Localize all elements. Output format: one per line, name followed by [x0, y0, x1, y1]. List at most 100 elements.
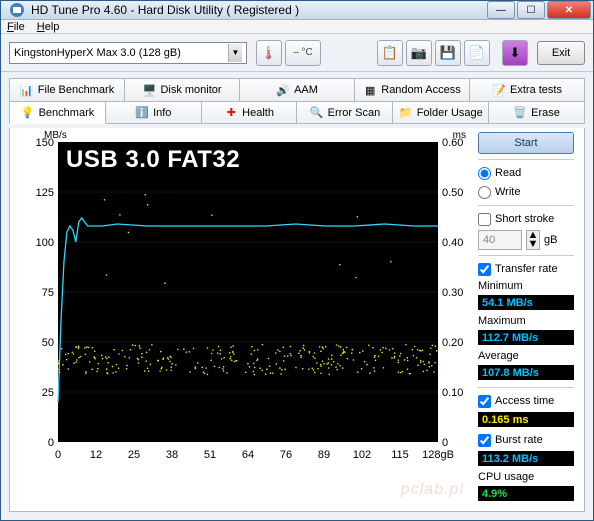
access-time-value: 0.165 ms	[478, 412, 574, 427]
close-button[interactable]: ✕	[547, 1, 591, 19]
svg-text:115: 115	[391, 449, 409, 461]
cpu-usage-value: 4.9%	[478, 486, 574, 501]
burst-rate-value: 113.2 MB/s	[478, 451, 574, 466]
short-stroke-input[interactable]: 40	[478, 230, 522, 250]
svg-text:0.30: 0.30	[442, 287, 463, 299]
y-axis-left-unit: MB/s	[44, 130, 67, 141]
start-button[interactable]: Start	[478, 132, 574, 154]
benchmark-chart: 1501251007550250 0.600.500.400.300.200.1…	[20, 130, 472, 466]
svg-text:0.50: 0.50	[442, 187, 463, 199]
benchmark-icon: 💡	[21, 106, 35, 120]
menubar: File Help	[1, 20, 593, 34]
save-button[interactable]: 💾	[435, 40, 461, 66]
toolbar: KingstonHyperX Max 3.0 (128 gB) ▼ 🌡️ – °…	[1, 34, 593, 72]
svg-text:89: 89	[318, 449, 330, 461]
tab-info[interactable]: ℹ️Info	[106, 101, 202, 124]
tab-random-access[interactable]: ▦Random Access	[355, 78, 470, 101]
tab-extra-tests[interactable]: 📝Extra tests	[470, 78, 585, 101]
exit-button[interactable]: Exit	[537, 41, 585, 65]
svg-text:75: 75	[42, 287, 54, 299]
write-option[interactable]: Write	[478, 184, 574, 200]
chart-area: MB/s ms 1501251007550250 0.600.500.400.3…	[20, 130, 472, 503]
thermometer-icon[interactable]: 🌡️	[256, 40, 282, 66]
svg-text:12: 12	[90, 449, 102, 461]
short-stroke-checkbox[interactable]	[478, 213, 491, 226]
average-label: Average	[478, 350, 574, 362]
y-axis-right-unit: ms	[453, 130, 466, 141]
tab-folder-usage[interactable]: 📁Folder Usage	[393, 101, 489, 124]
svg-text:25: 25	[42, 387, 54, 399]
minimum-value: 54.1 MB/s	[478, 295, 574, 310]
random-icon: ▦	[363, 83, 377, 97]
svg-text:0: 0	[55, 449, 61, 461]
short-stroke-spinner[interactable]: ▲▼	[526, 230, 540, 250]
read-option[interactable]: Read	[478, 165, 574, 181]
write-radio[interactable]	[478, 186, 491, 199]
copy-button[interactable]: 📄	[464, 40, 490, 66]
folder-icon: 📁	[399, 106, 413, 120]
window-title: HD Tune Pro 4.60 - Hard Disk Utility ( R…	[31, 3, 485, 17]
erase-icon: 🗑️	[513, 106, 527, 120]
app-window: HD Tune Pro 4.60 - Hard Disk Utility ( R…	[0, 0, 594, 521]
svg-text:25: 25	[128, 449, 140, 461]
tab-error-scan[interactable]: 🔍Error Scan	[297, 101, 393, 124]
svg-text:100: 100	[36, 237, 54, 249]
short-stroke-option[interactable]: Short stroke	[478, 211, 574, 227]
screenshot-button[interactable]: 📷	[406, 40, 432, 66]
monitor-icon: 🖥️	[142, 83, 156, 97]
scan-icon: 🔍	[310, 106, 324, 120]
svg-text:0.20: 0.20	[442, 337, 463, 349]
svg-text:50: 50	[42, 337, 54, 349]
tabs: 📊File Benchmark 🖥️Disk monitor 🔊AAM ▦Ran…	[1, 72, 593, 128]
access-time-checkbox[interactable]	[478, 395, 491, 408]
content-area: MB/s ms 1501251007550250 0.600.500.400.3…	[9, 128, 585, 512]
watermark: pclab.pl	[401, 481, 464, 499]
burst-rate-checkbox[interactable]	[478, 434, 491, 447]
svg-text:0: 0	[442, 437, 448, 449]
tab-file-benchmark[interactable]: 📊File Benchmark	[9, 78, 125, 101]
tab-disk-monitor[interactable]: 🖥️Disk monitor	[125, 78, 240, 101]
health-icon: ✚	[224, 106, 238, 120]
svg-text:64: 64	[242, 449, 254, 461]
copy-info-button[interactable]: 📋	[377, 40, 403, 66]
short-stroke-unit: gB	[544, 234, 557, 246]
svg-text:0: 0	[48, 437, 54, 449]
info-icon: ℹ️	[135, 106, 149, 120]
transfer-rate-checkbox[interactable]	[478, 263, 491, 276]
svg-text:128gB: 128gB	[422, 449, 454, 461]
svg-text:102: 102	[353, 449, 371, 461]
burst-rate-option[interactable]: Burst rate	[478, 432, 574, 448]
side-panel: Start Read Write Short stroke 40 ▲▼ gB T…	[478, 130, 574, 503]
tab-benchmark[interactable]: 💡Benchmark	[9, 101, 106, 124]
maximize-button[interactable]: ☐	[517, 1, 545, 19]
svg-text:51: 51	[204, 449, 216, 461]
menu-help[interactable]: Help	[37, 21, 60, 33]
options-button[interactable]: ⬇	[502, 40, 528, 66]
svg-text:125: 125	[36, 187, 54, 199]
tab-erase[interactable]: 🗑️Erase	[489, 101, 585, 124]
extra-icon: 📝	[492, 83, 506, 97]
svg-text:76: 76	[280, 449, 292, 461]
device-dropdown[interactable]: KingstonHyperX Max 3.0 (128 gB) ▼	[9, 42, 247, 64]
temperature-display: – °C	[285, 40, 321, 66]
titlebar[interactable]: HD Tune Pro 4.60 - Hard Disk Utility ( R…	[1, 1, 593, 20]
maximum-value: 112.7 MB/s	[478, 330, 574, 345]
access-time-option[interactable]: Access time	[478, 393, 574, 409]
menu-file[interactable]: File	[7, 21, 25, 33]
tab-health[interactable]: ✚Health	[202, 101, 298, 124]
average-value: 107.8 MB/s	[478, 365, 574, 380]
minimum-label: Minimum	[478, 280, 574, 292]
minimize-button[interactable]: —	[487, 1, 515, 19]
speaker-icon: 🔊	[276, 83, 290, 97]
file-benchmark-icon: 📊	[20, 83, 34, 97]
cpu-usage-label: CPU usage	[478, 471, 574, 483]
tab-aam[interactable]: 🔊AAM	[240, 78, 355, 101]
chart-overlay-label: USB 3.0 FAT32	[66, 146, 240, 174]
transfer-rate-option[interactable]: Transfer rate	[478, 261, 574, 277]
svg-text:0.40: 0.40	[442, 237, 463, 249]
svg-text:0.10: 0.10	[442, 387, 463, 399]
maximum-label: Maximum	[478, 315, 574, 327]
read-radio[interactable]	[478, 167, 491, 180]
chevron-down-icon: ▼	[228, 44, 242, 62]
device-name: KingstonHyperX Max 3.0 (128 gB)	[14, 47, 181, 59]
